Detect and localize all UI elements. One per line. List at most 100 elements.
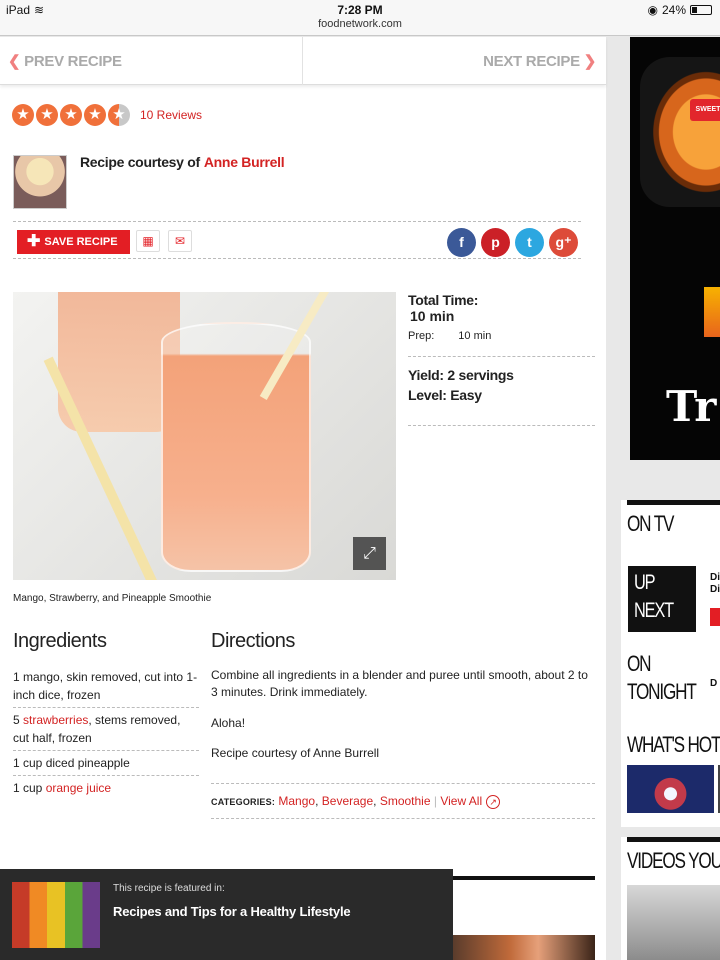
battery-icon	[690, 5, 712, 15]
video-thumbnail[interactable]	[627, 885, 720, 960]
ad-product-image	[640, 57, 720, 207]
prev-recipe-link[interactable]: ❮ PREV RECIPE	[8, 52, 122, 70]
status-bar: iPad ≋ 7:28 PM ◉ 24%	[0, 0, 720, 20]
ingredient-link[interactable]: strawberries	[23, 713, 88, 727]
star-icon: ★	[60, 104, 82, 126]
category-link[interactable]: Smoothie	[380, 794, 431, 808]
featured-thumbnail	[12, 882, 100, 948]
address-bar[interactable]: foodnetwork.com	[0, 18, 720, 36]
plus-icon: ✚	[27, 233, 41, 250]
lock-rotation-icon: ◉	[647, 3, 658, 17]
author-avatar[interactable]	[13, 155, 67, 209]
clock: 7:28 PM	[337, 3, 383, 17]
recipe-info: Total Time: 10 min Prep: 10 min Yield: 2 …	[408, 292, 595, 426]
direction-step: Aloha!	[211, 716, 246, 730]
right-sidebar: SWEET Tr ON TV UP NEXT Di Di ON TONIGHT …	[621, 37, 720, 960]
twitter-icon[interactable]: t	[515, 228, 544, 257]
direction-step: Combine all ingredients in a blender and…	[211, 668, 588, 699]
on-tonight-heading: ON TONIGHT	[627, 650, 697, 706]
ad-graphic	[704, 287, 720, 337]
photo-caption: Mango, Strawberry, and Pineapple Smoothi…	[13, 593, 212, 604]
recipe-pager: ❮ PREV RECIPE NEXT RECIPE ❯	[0, 37, 606, 85]
recipe-photo[interactable]: ⤢	[13, 292, 396, 580]
reviews-link[interactable]: 10 Reviews	[140, 108, 202, 122]
email-icon[interactable]: ✉	[168, 230, 192, 252]
recipe-main: ❮ PREV RECIPE NEXT RECIPE ❯ ★ ★ ★ ★ ★ 10…	[0, 37, 606, 960]
up-next-show[interactable]: Di Di	[710, 572, 720, 596]
prev-recipe-label: PREV RECIPE	[24, 53, 122, 70]
googleplus-icon[interactable]: g⁺	[549, 228, 578, 257]
ingredient-text: 1 cup	[13, 781, 46, 795]
videos-panel: VIDEOS YOU'L	[621, 837, 720, 960]
category-link[interactable]: Mango	[278, 794, 315, 808]
ingredient-text: 1 mango, skin removed, cut into 1-inch d…	[13, 670, 198, 702]
on-tonight-show[interactable]: D	[710, 678, 717, 690]
half-star-icon: ★	[108, 104, 130, 126]
categories-row: CATEGORIES: Mango, Beverage, Smoothie | …	[211, 783, 595, 819]
on-tv-panel: ON TV UP NEXT Di Di ON TONIGHT D WHAT'S …	[621, 500, 720, 827]
panel-rule	[627, 837, 720, 842]
directions-heading: Directions	[211, 630, 295, 652]
chevron-left-icon: ❮	[8, 53, 21, 70]
on-tonight-line2: TONIGHT	[627, 679, 697, 704]
direction-step: Recipe courtesy of Anne Burrell	[211, 746, 380, 760]
yield-value: 2 servings	[447, 367, 514, 383]
ad-product-label: SWEET	[690, 99, 720, 121]
featured-collection-banner[interactable]: This recipe is featured in: Recipes and …	[0, 869, 453, 960]
ingredients-list: 1 mango, skin removed, cut into 1-inch d…	[13, 665, 199, 800]
yield-label: Yield:	[408, 367, 444, 383]
videos-heading: VIDEOS YOU'L	[627, 848, 720, 873]
on-tonight-line1: ON	[627, 651, 652, 676]
up-next-line1: UP	[634, 571, 656, 594]
prep-value: 10 min	[458, 330, 492, 342]
arrow-out-icon: ↗	[486, 795, 501, 809]
ingredient-item: 1 cup orange juice	[13, 776, 199, 800]
categories-label: CATEGORIES:	[211, 797, 276, 807]
up-next-badge[interactable]: UP NEXT	[628, 566, 696, 632]
total-time-value: 10 min	[410, 308, 455, 324]
play-icon[interactable]	[710, 608, 720, 626]
author-credit: Recipe courtesy of Anne Burrell	[80, 154, 285, 170]
author-prefix: Recipe courtesy of	[80, 154, 200, 170]
recipe-toolbar: ✚ SAVE RECIPE ▦ ✉ f p t g⁺	[13, 221, 581, 259]
panel-rule	[627, 500, 720, 505]
ingredient-text: 1 cup diced pineapple	[13, 756, 130, 770]
star-icon: ★	[84, 104, 106, 126]
ingredient-text: 5	[13, 713, 24, 727]
battery-percent: 24%	[661, 3, 686, 17]
prep-label: Prep:	[408, 330, 435, 342]
star-rating[interactable]: ★ ★ ★ ★ ★ 10 Reviews	[12, 104, 202, 126]
save-recipe-label: SAVE RECIPE	[44, 236, 118, 248]
expand-icon[interactable]: ⤢	[353, 537, 386, 570]
total-time-label: Total Time:	[408, 292, 479, 308]
advertisement[interactable]: SWEET Tr	[630, 37, 720, 460]
next-recipe-label: NEXT RECIPE	[483, 53, 580, 70]
ingredient-item: 1 cup diced pineapple	[13, 751, 199, 776]
ad-text: Tr	[666, 382, 717, 431]
level-value: Easy	[450, 387, 482, 403]
star-icon: ★	[36, 104, 58, 126]
up-next-line2: NEXT	[634, 599, 674, 622]
pinterest-icon[interactable]: p	[481, 228, 510, 257]
facebook-icon[interactable]: f	[447, 228, 476, 257]
whats-hot-heading: WHAT'S HOT	[627, 732, 720, 757]
view-all-link[interactable]: View All	[440, 794, 482, 808]
ingredient-item: 1 mango, skin removed, cut into 1-inch d…	[13, 665, 199, 708]
divider	[302, 37, 303, 85]
featured-title[interactable]: Recipes and Tips for a Healthy Lifestyle	[113, 904, 351, 919]
ingredients-heading: Ingredients	[13, 630, 107, 652]
on-tv-heading: ON TV	[627, 511, 674, 536]
author-link[interactable]: Anne Burrell	[204, 154, 285, 170]
next-recipe-link[interactable]: NEXT RECIPE ❯	[483, 52, 596, 70]
whats-hot-thumbnail[interactable]	[627, 765, 714, 813]
star-icon: ★	[12, 104, 34, 126]
category-link[interactable]: Beverage	[322, 794, 373, 808]
print-icon[interactable]: ▦	[136, 230, 160, 252]
featured-kicker: This recipe is featured in:	[113, 883, 225, 894]
promo-thumbnail[interactable]	[453, 935, 595, 960]
save-recipe-button[interactable]: ✚ SAVE RECIPE	[17, 230, 130, 254]
section-divider	[453, 876, 595, 880]
level-label: Level:	[408, 387, 447, 403]
ingredient-link[interactable]: orange juice	[46, 781, 111, 795]
chevron-right-icon: ❯	[583, 53, 597, 70]
